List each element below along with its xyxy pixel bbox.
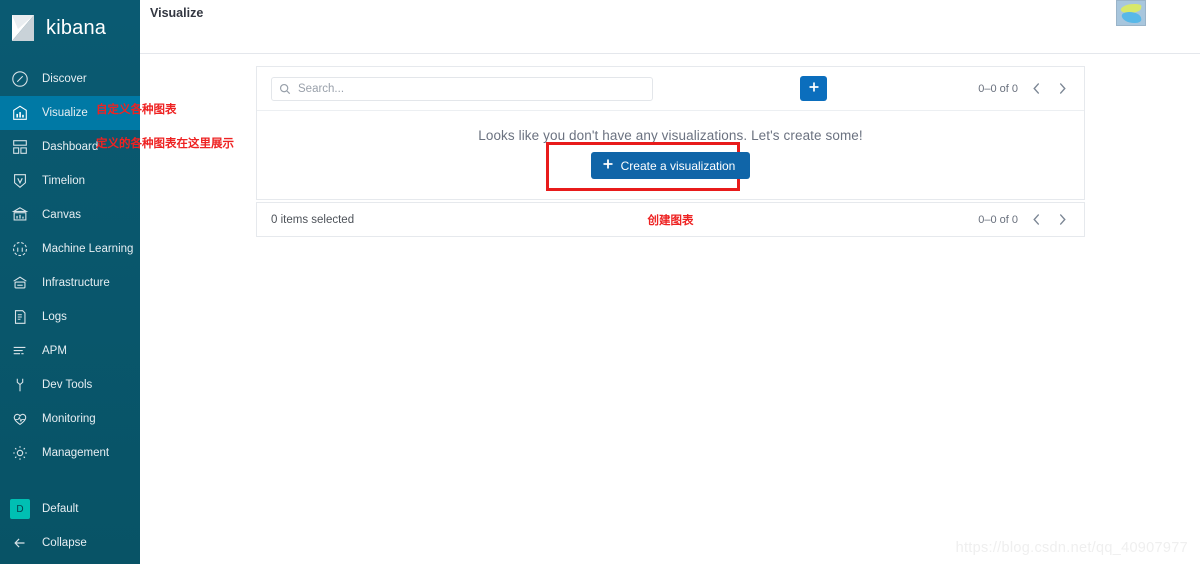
chevron-left-icon[interactable] xyxy=(1028,80,1044,98)
space-label: Default xyxy=(42,503,79,515)
space-avatar: D xyxy=(10,499,30,519)
page-title: Visualize xyxy=(150,6,204,20)
bar-chart-icon xyxy=(10,103,30,123)
sidebar-item-canvas[interactable]: Canvas xyxy=(0,198,140,232)
empty-state: Looks like you don't have any visualizat… xyxy=(257,111,1084,199)
chevron-left-icon[interactable] xyxy=(1028,211,1044,229)
items-selected-label: 0 items selected xyxy=(271,213,355,226)
sidebar-item-management[interactable]: Management xyxy=(0,436,140,470)
kibana-logo-icon xyxy=(8,13,38,43)
sidebar-nav-list: Discover Visualize Dashboard Timelion Ca… xyxy=(0,62,140,470)
sidebar-item-monitoring[interactable]: Monitoring xyxy=(0,402,140,436)
sidebar-item-label: Infrastructure xyxy=(42,277,110,289)
sidebar-item-label: Visualize xyxy=(42,107,88,119)
sidebar-item-dashboard[interactable]: Dashboard xyxy=(0,130,140,164)
primary-sidebar: kibana Discover Visualize Dashboard Time… xyxy=(0,0,140,564)
gear-icon xyxy=(10,443,30,463)
sidebar-item-timelion[interactable]: Timelion xyxy=(0,164,140,198)
footer-annotation: 创建图表 xyxy=(647,214,694,227)
infrastructure-icon xyxy=(10,273,30,293)
list-footer-bar: 0 items selected 创建图表 0–0 of 0 xyxy=(256,202,1085,237)
content-region: 0–0 of 0 xyxy=(140,54,1200,564)
create-visualization-button[interactable]: Create a visualization xyxy=(590,152,751,179)
logs-document-icon xyxy=(10,307,30,327)
sidebar-item-label: Dashboard xyxy=(42,141,99,153)
app-header: Visualize xyxy=(140,0,1200,54)
pagination-count: 0–0 of 0 xyxy=(978,213,1018,226)
kibana-brand[interactable]: kibana xyxy=(0,0,140,56)
pagination-count: 0–0 of 0 xyxy=(978,82,1018,95)
sidebar-item-discover[interactable]: Discover xyxy=(0,62,140,96)
sidebar-item-label: Management xyxy=(42,447,110,459)
search-input[interactable] xyxy=(271,76,653,101)
sidebar-item-label: Machine Learning xyxy=(42,243,134,255)
sidebar-item-dev-tools[interactable]: Dev Tools xyxy=(0,368,140,402)
empty-state-message: Looks like you don't have any visualizat… xyxy=(478,128,863,143)
collapse-label: Collapse xyxy=(42,537,87,549)
sidebar-item-label: Monitoring xyxy=(42,413,96,425)
machine-learning-icon xyxy=(10,239,30,259)
apm-lines-icon xyxy=(10,341,30,361)
kibana-app-window: kibana Discover Visualize Dashboard Time… xyxy=(0,0,1200,564)
kibana-brand-label: kibana xyxy=(46,16,107,39)
sidebar-item-label: APM xyxy=(42,345,67,357)
list-toolbar: 0–0 of 0 xyxy=(257,67,1084,111)
plus-icon xyxy=(602,158,614,173)
add-visualization-button[interactable] xyxy=(800,76,827,101)
dashboard-grid-icon xyxy=(10,137,30,157)
heartbeat-icon xyxy=(10,409,30,429)
sidebar-item-label: Canvas xyxy=(42,209,81,221)
create-button-wrapper: Create a visualization xyxy=(545,142,751,191)
sidebar-item-infrastructure[interactable]: Infrastructure xyxy=(0,266,140,300)
sidebar-item-label: Timelion xyxy=(42,175,86,187)
visualizations-list-card: 0–0 of 0 xyxy=(256,66,1085,200)
chevron-right-icon[interactable] xyxy=(1054,80,1070,98)
sidebar-item-label: Logs xyxy=(42,311,67,323)
app-logo-icon xyxy=(1116,0,1146,26)
wrench-icon xyxy=(10,375,30,395)
sidebar-item-space-default[interactable]: D Default xyxy=(0,492,140,526)
compass-icon xyxy=(10,69,30,89)
top-pagination: 0–0 of 0 xyxy=(978,80,1070,98)
blog-watermark: https://blog.csdn.net/qq_40907977 xyxy=(955,540,1188,556)
bottom-pagination: 0–0 of 0 xyxy=(978,211,1070,229)
sidebar-item-label: Dev Tools xyxy=(42,379,93,391)
arrow-left-icon xyxy=(10,533,30,553)
sidebar-item-apm[interactable]: APM xyxy=(0,334,140,368)
sidebar-bottom-section: D Default Collapse xyxy=(0,492,140,564)
chevron-right-icon[interactable] xyxy=(1054,211,1070,229)
sidebar-collapse-toggle[interactable]: Collapse xyxy=(0,526,140,560)
main-area: Visualize Search... 0–0 of 0 Looks like … xyxy=(140,0,1200,564)
visualizations-panel: 0–0 of 0 xyxy=(256,66,1085,237)
plus-icon xyxy=(808,81,820,96)
sidebar-item-machine-learning[interactable]: Machine Learning xyxy=(0,232,140,266)
timelion-shield-icon xyxy=(10,171,30,191)
canvas-easel-icon xyxy=(10,205,30,225)
sidebar-item-label: Discover xyxy=(42,73,87,85)
search-field-wrapper xyxy=(271,76,653,101)
sidebar-item-logs[interactable]: Logs xyxy=(0,300,140,334)
create-visualization-label: Create a visualization xyxy=(620,158,736,173)
sidebar-item-visualize[interactable]: Visualize xyxy=(0,96,140,130)
